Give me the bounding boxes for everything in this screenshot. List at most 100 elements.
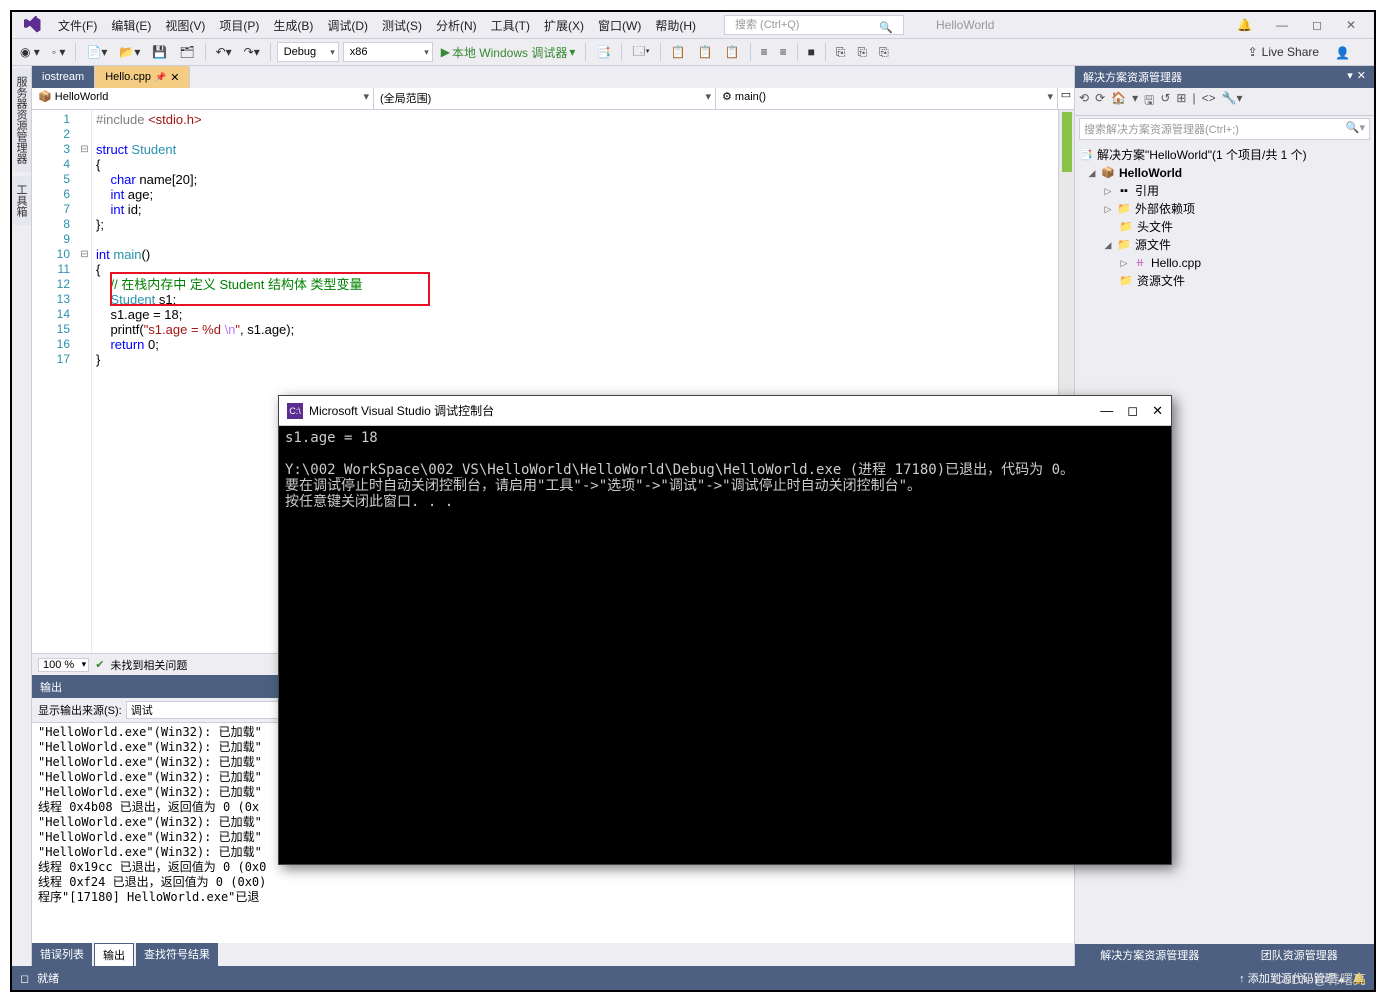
toolbar-btn-9[interactable]: ⎘ [832, 43, 850, 62]
t2[interactable]: ⟳ [1095, 91, 1105, 112]
tab-find-symbol[interactable]: 查找符号结果 [136, 943, 218, 966]
home-icon[interactable]: ⟲ [1079, 91, 1089, 112]
toolbar-btn-8[interactable]: ■ [804, 43, 819, 61]
file-tab-hello[interactable]: Hello.cpp📌✕ [95, 66, 190, 88]
toolbox-tab[interactable]: 工具箱 [12, 176, 31, 225]
output-title: 输出 [40, 679, 62, 695]
menu-edit[interactable]: 编辑(E) [105, 14, 157, 37]
search-icon: 🔍 [873, 18, 899, 37]
wrench-icon[interactable]: 🔧▾ [1222, 91, 1243, 112]
nav-back-button[interactable]: ◉ ▾ [16, 43, 44, 61]
search-icon: 🔍▾ [1346, 121, 1365, 134]
ext-node[interactable]: 外部依赖项 [1135, 200, 1195, 218]
console-body[interactable]: s1.age = 18 Y:\002_WorkSpace\002_VS\Hell… [279, 426, 1171, 864]
menu-debug[interactable]: 调试(D) [321, 14, 374, 37]
nav-fwd-button[interactable]: ◦ ▾ [48, 43, 70, 61]
toolbar: ◉ ▾ ◦ ▾ 📄▾ 📂▾ 💾 🗂 ↶▾ ↷▾ Debug x86 ▶ 本地 W… [12, 38, 1374, 66]
status-bar: ◻ 就绪 ↑ 添加到源代码管理 ▴ 🔔 [12, 966, 1374, 990]
tab-error-list[interactable]: 错误列表 [32, 943, 92, 966]
menu-window[interactable]: 窗口(W) [592, 14, 647, 37]
solution-tree[interactable]: 📑解决方案"HelloWorld"(1 个项目/共 1 个) ◢📦HelloWo… [1075, 142, 1374, 294]
search-box[interactable]: 搜索 (Ctrl+Q)🔍 [724, 15, 904, 35]
nav-combos: 📦 HelloWorld (全局范围) ⚙ main() ▭ [32, 88, 1074, 110]
split-icon[interactable]: ▭ [1058, 88, 1074, 109]
save-button[interactable]: 💾 [148, 43, 171, 61]
debug-console-window[interactable]: C:\ Microsoft Visual Studio 调试控制台 — ◻ ✕ … [278, 395, 1172, 865]
console-titlebar[interactable]: C:\ Microsoft Visual Studio 调试控制台 — ◻ ✕ [279, 396, 1171, 426]
toolbar-btn-1[interactable]: 📑 [592, 43, 615, 61]
platform-combo[interactable]: x86 [343, 42, 433, 62]
file-tab-iostream[interactable]: iostream [32, 66, 95, 88]
notifications-icon[interactable]: 🔔 [1229, 16, 1260, 34]
no-issues-label: 未找到相关问题 [110, 657, 187, 673]
pin-icon[interactable]: 📌 [155, 72, 166, 83]
refs-node[interactable]: 引用 [1135, 182, 1159, 200]
open-button[interactable]: 📂▾ [115, 43, 144, 61]
toolbar-btn-5[interactable]: 📋 [721, 43, 744, 61]
toolbar-btn-2[interactable]: 🗔▾ [628, 40, 653, 65]
undo-button[interactable]: ↶▾ [212, 43, 236, 61]
tab-team-explorer[interactable]: 团队资源管理器 [1225, 944, 1375, 966]
menu-view[interactable]: 视图(V) [159, 14, 211, 37]
redo-button[interactable]: ↷▾ [240, 43, 264, 61]
watermark: CSDN @韩曙亮 [1273, 969, 1366, 988]
console-maximize-icon[interactable]: ◻ [1127, 403, 1138, 419]
solution-toolbar: ⟲⟳🏠▾🖫↺⊞|<>🔧▾ [1075, 88, 1374, 116]
menu-build[interactable]: 生成(B) [267, 14, 319, 37]
menu-file[interactable]: 文件(F) [52, 14, 103, 37]
proj-node[interactable]: HelloWorld [1119, 164, 1182, 182]
highlight-box [110, 272, 430, 306]
fold-margin[interactable]: ⊟⊟ [78, 110, 92, 653]
menu-project[interactable]: 项目(P) [213, 14, 265, 37]
save-all-button[interactable]: 🗂 [175, 43, 198, 61]
config-combo[interactable]: Debug [277, 42, 339, 62]
menu-extensions[interactable]: 扩展(X) [538, 14, 590, 37]
new-button[interactable]: 📄▾ [82, 43, 111, 61]
ok-icon: ✔ [95, 658, 104, 671]
tab-output[interactable]: 输出 [94, 943, 134, 966]
t3[interactable]: 🏠 [1111, 91, 1126, 112]
start-debug-button[interactable]: ▶ 本地 Windows 调试器 ▾ [437, 42, 580, 63]
project-combo[interactable]: 📦 HelloWorld [32, 88, 374, 109]
toolbar-btn-10[interactable]: ⎘ [854, 43, 872, 62]
src-node[interactable]: 源文件 [1135, 236, 1171, 254]
console-close-icon[interactable]: ✕ [1152, 403, 1163, 419]
line-numbers: 1234567891011121314151617 [32, 110, 78, 653]
close-tab-icon[interactable]: ✕ [170, 71, 179, 84]
solution-search[interactable]: 搜索解决方案资源管理器(Ctrl+;)🔍▾ [1079, 118, 1370, 140]
hdr-node[interactable]: 头文件 [1137, 218, 1173, 236]
t4[interactable]: ▾ [1132, 91, 1138, 112]
toolbar-btn-6[interactable]: ≡ [757, 43, 772, 61]
toolbar-btn-11[interactable]: ⎘ [875, 43, 893, 62]
menu-test[interactable]: 测试(S) [376, 14, 428, 37]
scope-combo[interactable]: (全局范围) [374, 88, 716, 109]
panel-close-icon[interactable]: ✕ [1357, 69, 1366, 85]
t8[interactable]: <> [1202, 91, 1216, 112]
project-name-label: HelloWorld [926, 16, 1004, 34]
toolbar-btn-3[interactable]: 📋 [667, 43, 690, 61]
maximize-icon[interactable]: ◻ [1304, 16, 1330, 34]
t5[interactable]: 🖫 [1144, 91, 1154, 112]
panel-dropdown-icon[interactable]: ▾ [1347, 69, 1353, 85]
toolbar-btn-4[interactable]: 📋 [694, 43, 717, 61]
file-tabstrip: iostream Hello.cpp📌✕ [32, 66, 1074, 88]
zoom-combo[interactable]: 100 % [38, 658, 89, 672]
toolbar-btn-7[interactable]: ≡ [776, 43, 791, 61]
res-node[interactable]: 资源文件 [1137, 272, 1185, 290]
member-combo[interactable]: ⚙ main() [716, 88, 1058, 109]
bottom-tabstrip: 错误列表 输出 查找符号结果 [32, 943, 1074, 966]
menu-tools[interactable]: 工具(T) [485, 14, 536, 37]
menu-help[interactable]: 帮助(H) [649, 14, 702, 37]
solution-root[interactable]: 解决方案"HelloWorld"(1 个项目/共 1 个) [1097, 146, 1307, 164]
console-minimize-icon[interactable]: — [1100, 403, 1113, 419]
t7[interactable]: ⊞ [1176, 91, 1186, 112]
t6[interactable]: ↺ [1160, 91, 1170, 112]
server-explorer-tab[interactable]: 服务器资源管理器 [12, 68, 31, 172]
live-share-button[interactable]: ⇪ Live Share 👤 [1248, 44, 1370, 61]
menu-analyze[interactable]: 分析(N) [430, 14, 483, 37]
minimize-icon[interactable]: — [1268, 16, 1296, 34]
close-icon[interactable]: ✕ [1338, 16, 1364, 34]
tab-solution-explorer[interactable]: 解决方案资源管理器 [1075, 944, 1225, 966]
file-node[interactable]: Hello.cpp [1151, 254, 1201, 272]
status-ready: 就绪 [37, 970, 59, 986]
